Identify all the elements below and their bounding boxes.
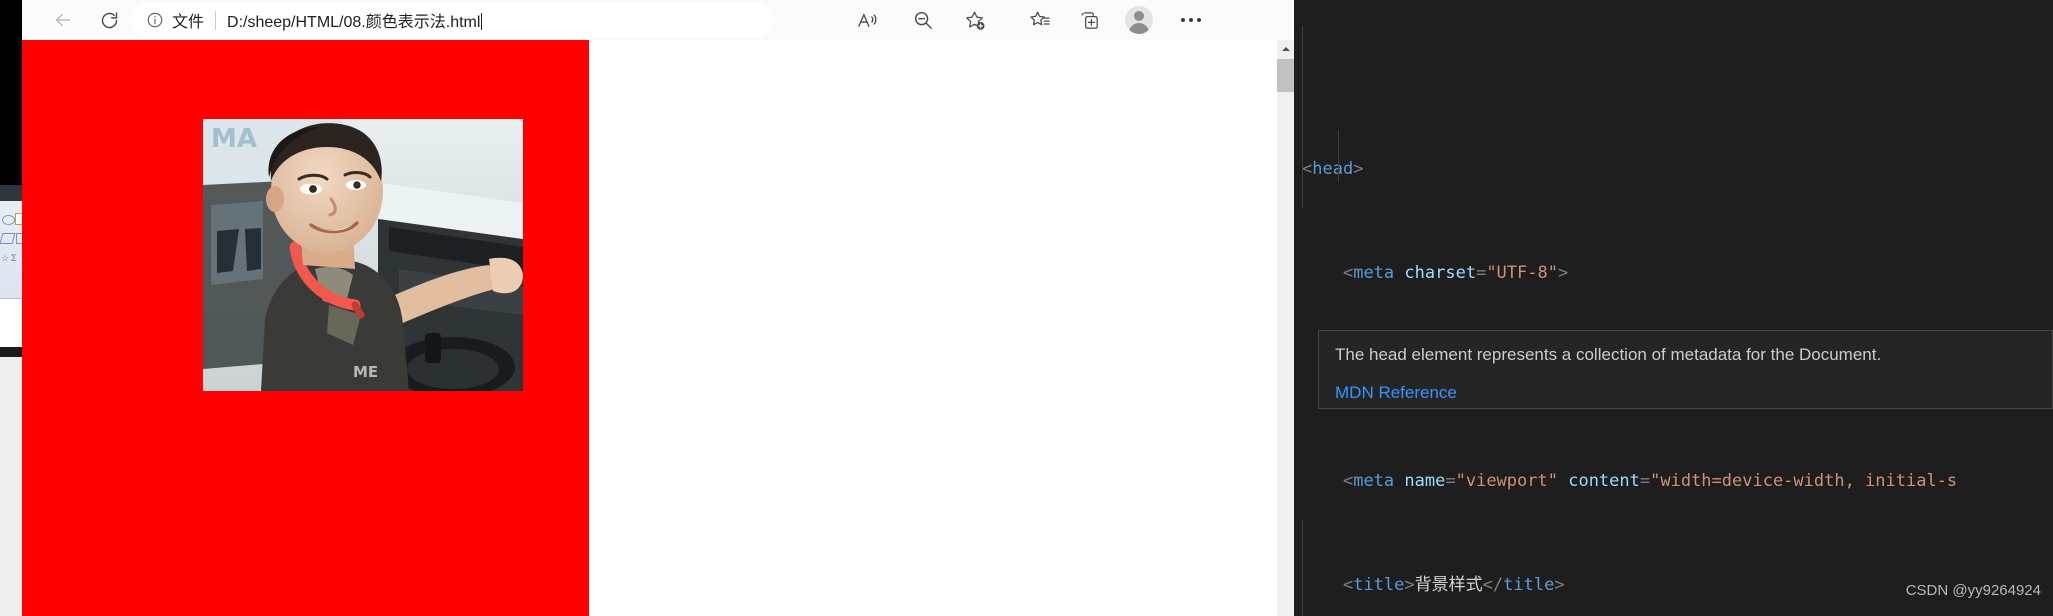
scrollbar-thumb[interactable]: [1277, 59, 1294, 92]
collections-button[interactable]: [1072, 3, 1106, 37]
star-plus-icon: [963, 9, 986, 32]
mdn-reference-link[interactable]: MDN Reference: [1335, 380, 1457, 406]
settings-and-more-button[interactable]: [1174, 3, 1208, 37]
favorites-button[interactable]: [1022, 3, 1056, 37]
background-app-blank-region: [0, 299, 22, 347]
screenshot-root: ☆Σ 文件 D:/sheep/HTML/08.颜色表示法.html MA ME …: [0, 0, 2053, 616]
add-favorite-button[interactable]: [957, 3, 991, 37]
code-line-head-open: <head>: [1302, 159, 1364, 179]
code-line: g: [1294, 60, 2053, 78]
hover-tooltip: The head element represents a collection…: [1318, 330, 2053, 409]
collections-icon: [1078, 9, 1101, 32]
indent-guide: [1302, 26, 1303, 208]
favorites-star-list-icon: [1028, 9, 1051, 32]
omnibox-divider: [215, 10, 217, 30]
browser-window: 文件 D:/sheep/HTML/08.颜色表示法.html MA ME: [22, 0, 1294, 616]
zoom-out-icon: [912, 9, 934, 31]
reload-icon: [99, 10, 120, 31]
back-button[interactable]: [46, 3, 80, 37]
svg-text:MA: MA: [211, 124, 257, 154]
code-line-meta-viewport: <meta name="viewport" content="width=dev…: [1342, 471, 1958, 491]
indent-guide: [1338, 130, 1339, 182]
url-text[interactable]: D:/sheep/HTML/08.颜色表示法.html: [227, 8, 483, 32]
photo-illustration: MA ME: [203, 119, 523, 391]
address-bar[interactable]: 文件 D:/sheep/HTML/08.颜色表示法.html: [132, 2, 772, 38]
background-app-dark-region: [0, 0, 22, 185]
zoom-button[interactable]: [906, 3, 940, 37]
page-scrollbar[interactable]: [1277, 40, 1294, 616]
read-aloud-icon: [856, 9, 879, 32]
url-value: D:/sheep/HTML/08.颜色表示法.html: [227, 14, 481, 31]
background-app-titlebar: [0, 185, 22, 201]
back-arrow-icon: [52, 9, 74, 31]
watermark-label: CSDN @yy9264924: [1905, 582, 2041, 599]
read-aloud-button[interactable]: [850, 3, 884, 37]
background-app-separator: [0, 347, 22, 357]
svg-text:ME: ME: [353, 363, 378, 381]
profile-button[interactable]: [1122, 3, 1156, 37]
shape-ellipse-icon: [2, 215, 15, 225]
shape-parallelogram-icon: [0, 233, 16, 244]
reload-button[interactable]: [92, 3, 126, 37]
browser-toolbar: 文件 D:/sheep/HTML/08.颜色表示法.html: [22, 0, 1294, 40]
shape-misc-icons: ☆Σ: [1, 253, 19, 263]
background-image-photo: MA ME: [203, 119, 523, 391]
text-caret: [481, 13, 483, 30]
tooltip-description: The head element represents a collection…: [1335, 345, 1882, 364]
scrollbar-up-button[interactable]: [1277, 40, 1294, 57]
chevron-up-icon: [1281, 46, 1290, 51]
indent-guide: [1302, 520, 1303, 616]
red-background-div: MA ME: [22, 40, 589, 616]
code-editor-pane[interactable]: g <head> <meta charset="UTF-8"> <meta ht…: [1294, 0, 2053, 616]
code-line-meta-charset: <meta charset="UTF-8">: [1342, 263, 1569, 283]
page-viewport: MA ME: [22, 40, 1294, 616]
ellipsis-icon: [1181, 18, 1201, 22]
code-lines: g <head> <meta charset="UTF-8"> <meta ht…: [1294, 0, 2053, 616]
info-icon[interactable]: [146, 11, 164, 29]
url-scheme-label: 文件: [172, 14, 205, 31]
background-app-shapes-panel[interactable]: ☆Σ: [0, 201, 27, 299]
avatar: [1125, 6, 1153, 34]
background-app-canvas: [0, 357, 22, 616]
